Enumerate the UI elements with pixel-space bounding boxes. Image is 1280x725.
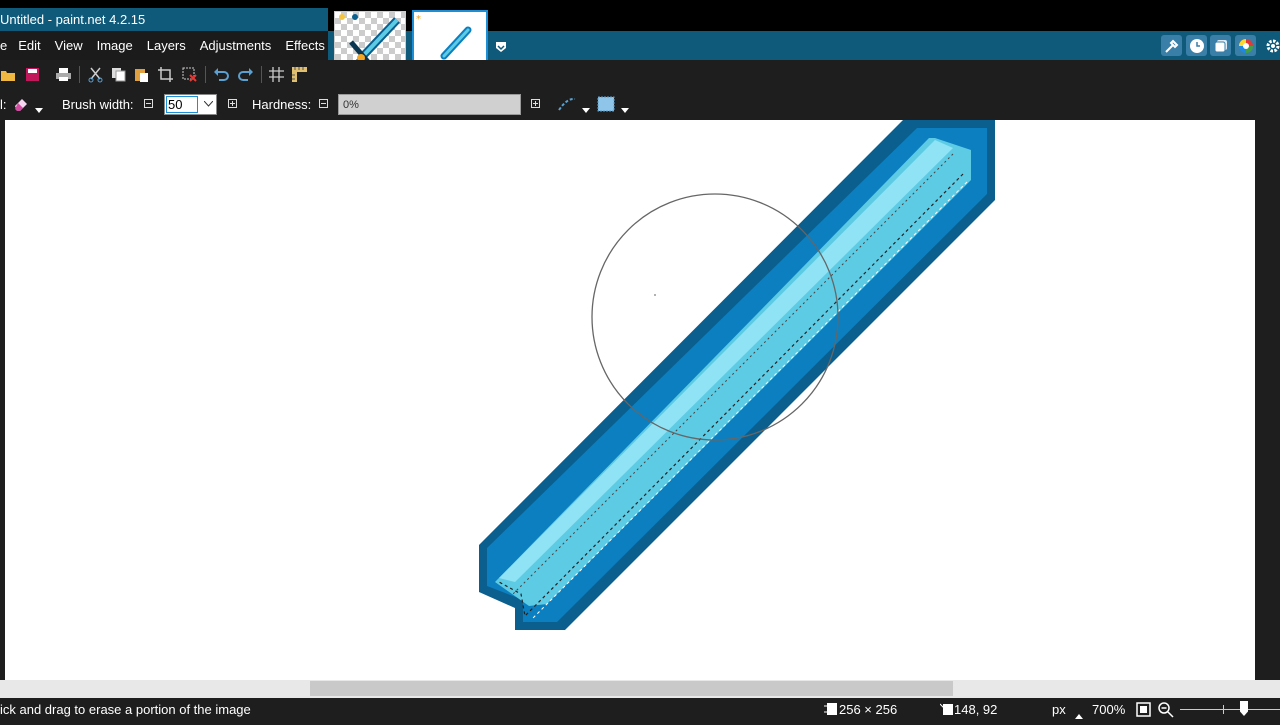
tools-window-icon[interactable] [1161, 35, 1182, 56]
menu-adjustments[interactable]: Adjustments [193, 31, 279, 60]
image-size: 256 × 256 [839, 702, 898, 717]
hardness-label: Hardness: [252, 97, 312, 112]
copy-icon[interactable] [110, 66, 127, 83]
toolbar-separator [79, 66, 80, 83]
settings-gear-icon[interactable] [1262, 35, 1280, 56]
cut-icon[interactable] [87, 66, 104, 83]
horizontal-scrollbar-thumb[interactable] [310, 681, 953, 696]
zoom-level[interactable]: 700% [1092, 702, 1125, 717]
crop-icon[interactable] [157, 66, 174, 83]
brush-width-increase-button[interactable] [228, 99, 237, 108]
hardness-slider[interactable]: 0% [338, 94, 521, 115]
grid-icon[interactable] [268, 66, 285, 83]
colors-window-icon[interactable] [1235, 35, 1256, 56]
blend-mode-icon[interactable] [597, 96, 615, 112]
toolbar-separator [205, 66, 206, 83]
menu-image[interactable]: Image [90, 31, 140, 60]
image-size-icon [824, 702, 838, 716]
menu-view[interactable]: View [48, 31, 90, 60]
brush-width-label: Brush width: [62, 97, 134, 112]
brush-width-chevron-down-icon[interactable] [204, 101, 213, 107]
menu-edit[interactable]: Edit [11, 31, 47, 60]
layers-window-icon[interactable] [1210, 35, 1231, 56]
save-icon[interactable] [24, 66, 41, 83]
antialiasing-chevron-down-icon[interactable] [582, 101, 590, 119]
zoom-out-icon[interactable] [1158, 702, 1174, 718]
svg-text:*: * [416, 14, 421, 25]
open-icon[interactable] [0, 66, 17, 83]
brush-width-decrease-button[interactable] [144, 99, 153, 108]
hardness-decrease-button[interactable] [319, 99, 328, 108]
brush-width-input[interactable]: 50 [164, 94, 217, 115]
menu-file[interactable]: e [0, 31, 11, 60]
hardness-increase-button[interactable] [531, 99, 540, 108]
units-chevron-up-icon[interactable] [1075, 707, 1083, 725]
tab-list-icon[interactable] [494, 40, 508, 54]
menu-layers[interactable]: Layers [140, 31, 193, 60]
blend-mode-chevron-down-icon[interactable] [621, 101, 629, 119]
zoom-to-window-icon[interactable] [1136, 702, 1151, 717]
redo-icon[interactable] [237, 66, 254, 83]
status-hint: ick and drag to erase a portion of the i… [0, 702, 251, 717]
brush-width-value: 50 [168, 97, 183, 112]
image-canvas[interactable] [5, 120, 1255, 680]
deselect-icon[interactable] [181, 66, 198, 83]
cursor-position-icon [939, 702, 954, 716]
menu-bar: e Edit View Image Layers Adjustments Eff… [0, 31, 328, 60]
tool-label: l: [0, 97, 7, 112]
undo-icon[interactable] [213, 66, 230, 83]
window-title: Untitled - paint.net 4.2.15 [0, 12, 146, 27]
eraser-tool-icon[interactable] [12, 96, 30, 112]
units-selector[interactable]: px [1052, 702, 1066, 717]
zoom-slider-track[interactable] [1180, 709, 1280, 710]
cursor-position: 148, 92 [954, 702, 998, 717]
tool-chevron-down-icon[interactable] [35, 101, 43, 119]
zoom-slider-tick [1223, 705, 1224, 714]
paste-icon[interactable] [133, 66, 150, 83]
history-window-icon[interactable] [1186, 35, 1207, 56]
hardness-value: 0% [343, 99, 359, 111]
menu-effects[interactable]: Effects [278, 31, 332, 60]
print-icon[interactable] [55, 66, 72, 83]
toolbar-separator [261, 66, 262, 83]
ruler-icon[interactable] [291, 66, 308, 83]
sword-blade-artwork [479, 120, 995, 630]
antialiasing-icon[interactable] [557, 95, 577, 113]
